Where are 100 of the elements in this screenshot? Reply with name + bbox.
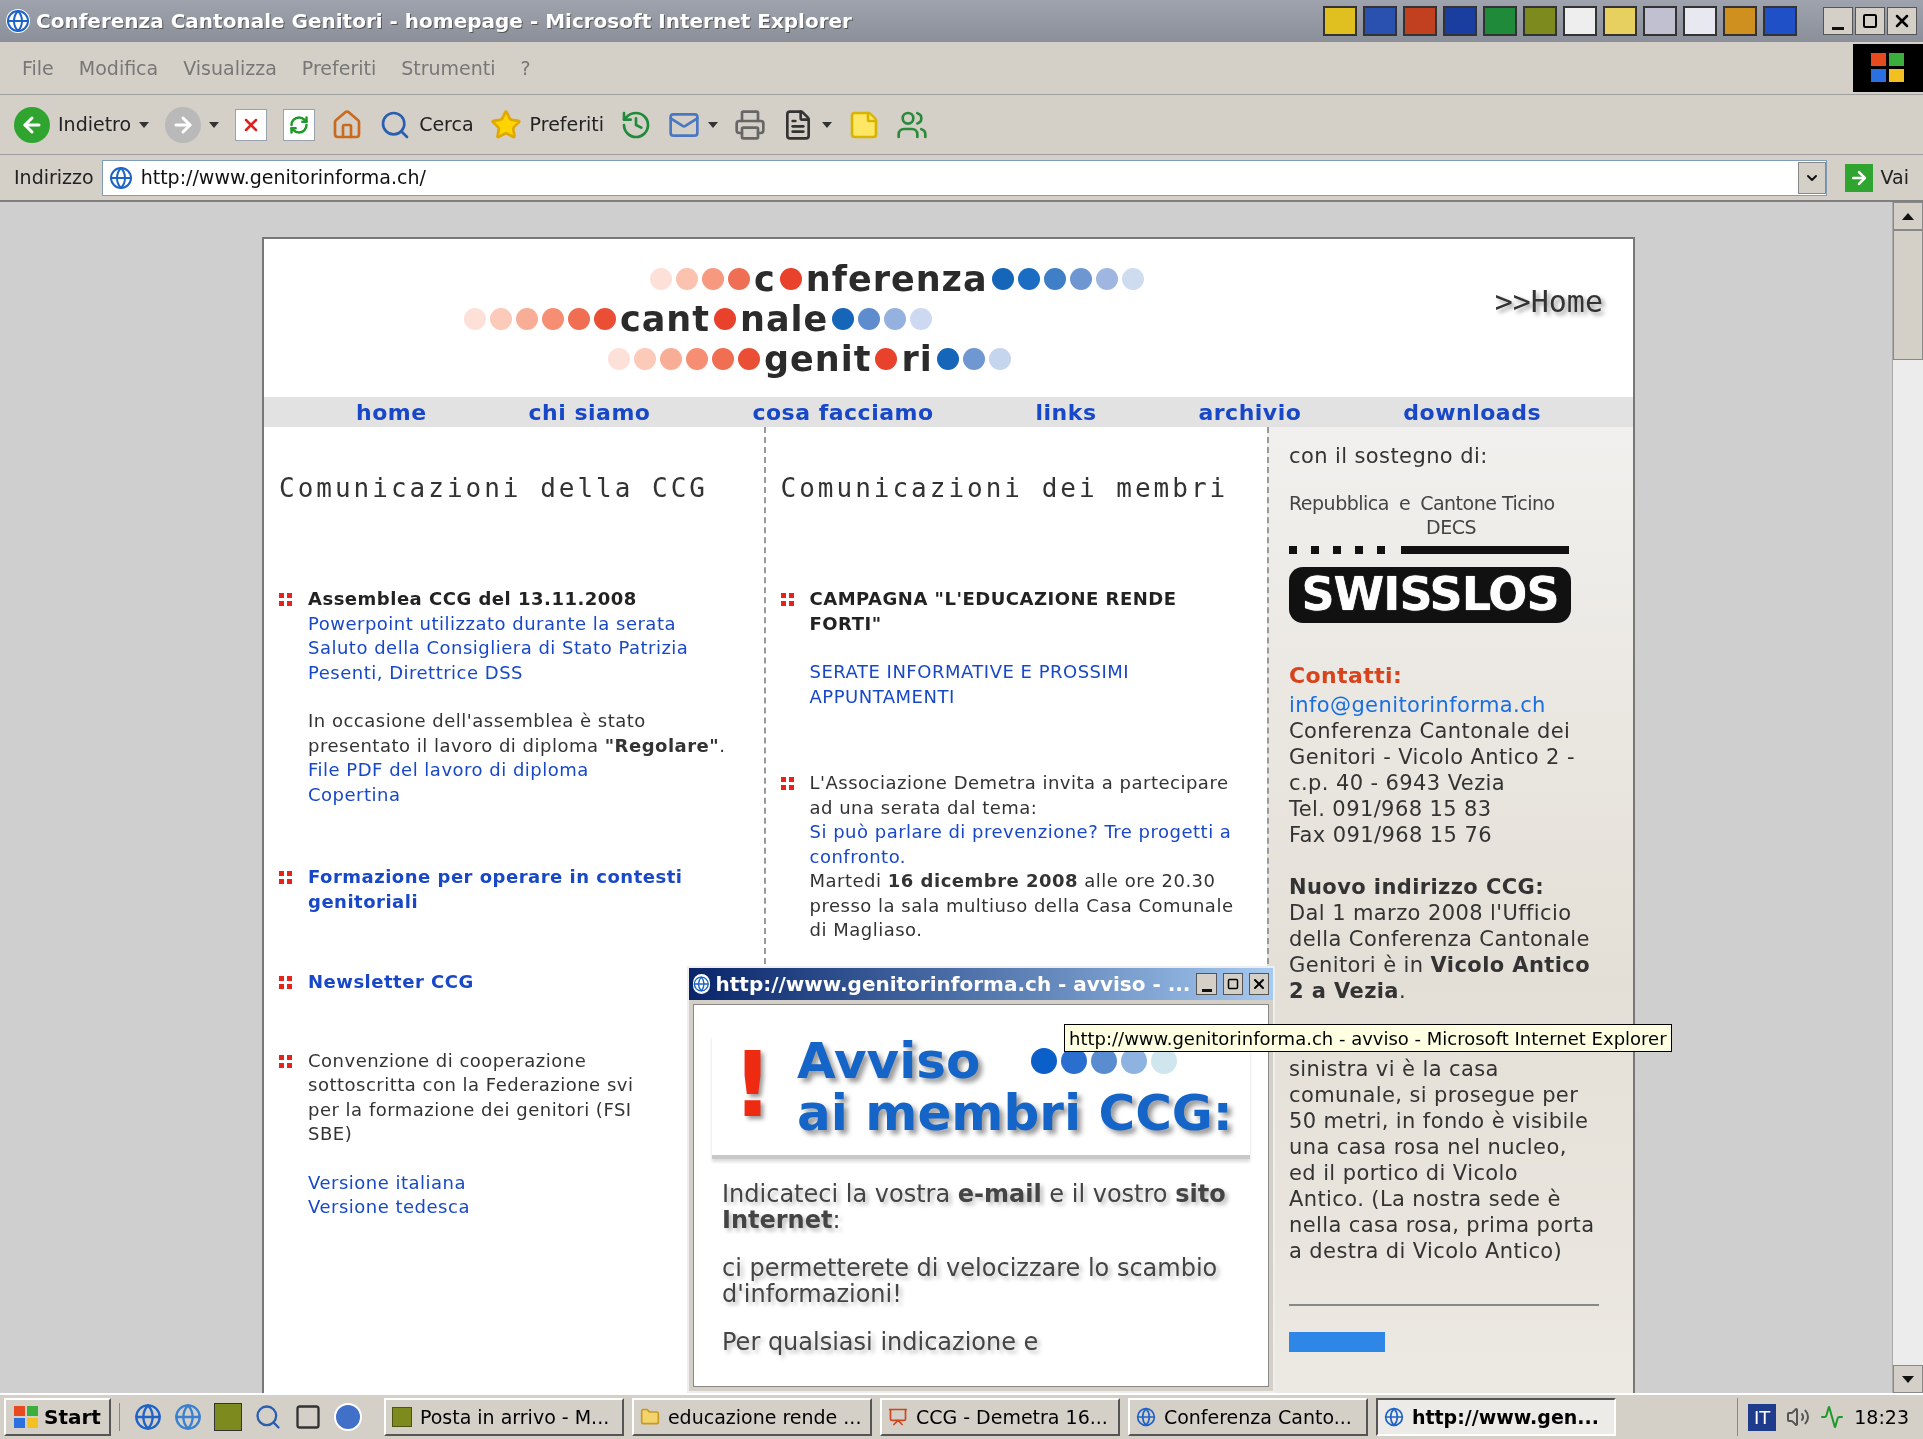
taskbar-button[interactable]: http://www.gen... (1375, 1398, 1616, 1436)
restore-icon (1862, 13, 1878, 29)
news-link[interactable]: Powerpoint utilizzato durante la serata (308, 611, 748, 636)
news-link[interactable]: Versione italiana (308, 1170, 658, 1195)
nav-link[interactable]: downloads (1403, 395, 1541, 429)
column-heading: Comunicazioni della CCG (279, 472, 710, 505)
slides-icon (887, 1407, 908, 1427)
sponsor-logo: Repubblica e Cantone Ticino DECS (1289, 490, 1556, 539)
taskbar-button[interactable]: Conferenza Canto... (1127, 1398, 1368, 1436)
news-link[interactable]: Copertina (308, 782, 748, 807)
news-link[interactable]: SERATE INFORMATIVE E PROSSIMI APPUNTAMENTI (809, 660, 1250, 709)
app-icon[interactable] (1603, 6, 1637, 36)
browser-icon (1135, 1407, 1156, 1427)
toolbar-button[interactable] (283, 108, 316, 141)
app-icon[interactable] (1323, 6, 1357, 36)
bullet-icon (279, 976, 292, 989)
caret-icon[interactable] (708, 121, 718, 128)
minimize-button[interactable] (1196, 973, 1217, 995)
restore-button[interactable] (1855, 7, 1885, 35)
support-label: con il sostegno di: (1289, 443, 1489, 470)
news-text: Martedi 16 dicembre 2008 alle ore 20.30 presso la sala multiuso della Casa Comunale di Magliaso. (809, 870, 1234, 940)
folder-icon (639, 1407, 660, 1427)
app-icon[interactable] (1723, 6, 1757, 36)
window-title: Conferenza Cantonale Genitori - homepage - Microsoft Internet Explorer (36, 8, 852, 35)
browser-icon (6, 9, 30, 33)
up-arrow-icon (1902, 212, 1914, 220)
media-icon[interactable] (333, 1403, 362, 1431)
contacts-heading: Contatti: (1289, 661, 1404, 690)
clock: 18:23 (1854, 1404, 1910, 1430)
caret-icon[interactable] (209, 121, 220, 128)
close-button[interactable] (1887, 7, 1917, 35)
window-icon[interactable] (293, 1403, 322, 1431)
taskbar-button[interactable]: CCG - Demetra 16... (879, 1398, 1120, 1436)
language-indicator[interactable]: IT (1747, 1403, 1777, 1431)
search-icon[interactable] (253, 1403, 282, 1431)
maximize-button[interactable] (1222, 973, 1243, 995)
home-link[interactable]: >>Home (1494, 259, 1633, 319)
go-button[interactable]: Vai (1844, 163, 1909, 192)
vertical-scrollbar[interactable] (1892, 202, 1923, 1393)
bullet-icon (780, 593, 794, 606)
start-button[interactable]: Start (4, 1398, 111, 1436)
toolbar-button[interactable] (235, 108, 268, 141)
address-text: Dal 1 marzo 2008 l'Ufficio della Conferenza Cantonale Genitori è in Vicolo Antico 2 a Vezia. (1289, 899, 1591, 1004)
nav-link[interactable]: chi siamo (528, 395, 651, 429)
bullet-icon (780, 777, 794, 790)
scroll-down-button[interactable] (1893, 1365, 1923, 1393)
forward-icon (165, 106, 202, 143)
nav-link[interactable]: links (1035, 395, 1097, 429)
nav-link[interactable]: home (356, 395, 427, 429)
nav-link[interactable]: cosa facciamo (752, 395, 934, 429)
news-link[interactable]: File PDF del lavoro di diploma (308, 758, 748, 783)
address-heading: Nuovo indirizzo CCG: (1289, 873, 1545, 900)
caret-icon[interactable] (822, 121, 832, 128)
popup-text: Indicateci la vostra e-mail e il vostro sito Internet: (722, 1181, 1227, 1233)
scroll-up-button[interactable] (1893, 202, 1923, 230)
bullet-icon (279, 1054, 292, 1068)
minimize-button[interactable] (1823, 7, 1853, 35)
lottery-logo: SWISSLOS (1289, 566, 1571, 623)
browser-icon[interactable] (133, 1403, 162, 1431)
minimize-icon (1832, 27, 1844, 30)
tooltip: http://www.genitorinforma.ch - avviso - Microsoft Internet Explorer (1064, 1024, 1672, 1052)
directions-text: sinistra vi è la casa comunale, si prosegue per 50 metri, in fondo è visibile una casa rosa nel nucleo, ed il portico di Vicolo Antico. (La nostra sede è nella casa rosa, prima porta a destra di Vicolo Antico) (1289, 1055, 1596, 1264)
contact-text: Fax 091/968 15 76 (1289, 821, 1493, 848)
app-icon[interactable] (1683, 6, 1717, 36)
app-icon[interactable] (213, 1403, 242, 1431)
popup-text: ci permetterete di velocizzare lo scambio d'informazioni! (722, 1255, 1219, 1307)
nav-link[interactable]: archivio (1198, 395, 1302, 429)
popup-title: http://www.genitorinforma.ch - avviso - ... (715, 971, 1191, 998)
speaker-icon[interactable] (1786, 1405, 1811, 1429)
taskbar-button[interactable]: Posta in arrivo - M... (383, 1398, 624, 1436)
popup-text: Per qualsiasi indicazione e (722, 1329, 1040, 1355)
email-link[interactable]: info@genitorinforma.ch (1289, 691, 1599, 718)
address-field[interactable]: http://www.genitorinforma.ch/ (101, 159, 1827, 196)
taskbar-button[interactable]: educazione rende ... (631, 1398, 872, 1436)
news-link[interactable]: Formazione per operare in contesti genitoriali (308, 865, 748, 914)
toolbar-button[interactable]: Preferiti (489, 108, 604, 141)
scroll-thumb[interactable] (1893, 230, 1923, 360)
star-icon (489, 108, 522, 141)
news-text: Convenzione di cooperazione sottoscritta con la Federazione svi per la formazione dei genitori (FSI SBE) (308, 1049, 634, 1144)
popup-heading: Avviso (797, 1035, 981, 1087)
news-link[interactable]: Si può parlare di prevenzione? Tre progetti a confronto. (809, 820, 1250, 869)
page-icon (108, 165, 133, 190)
news-link[interactable]: Versione tedesca (308, 1195, 658, 1220)
minimize-icon (1201, 989, 1212, 992)
news-text: In occasione dell'assemblea è stato presentato il lavoro di diploma "Regolare". (308, 710, 726, 756)
refresh-icon (283, 108, 316, 141)
caret-icon[interactable] (139, 121, 150, 128)
toolbar-button[interactable]: Cerca (379, 108, 474, 141)
news-link[interactable]: Saluto della Consigliera di Stato Patrizia Pesenti, Direttrice DSS (308, 636, 748, 685)
windows-logo (14, 1406, 38, 1428)
popup-heading: ai membri CCG: (797, 1087, 1233, 1139)
dropdown-button[interactable] (1797, 161, 1826, 194)
app-icon[interactable] (1563, 6, 1597, 36)
toolbar-button[interactable] (734, 108, 766, 141)
news-title: CAMPAGNA "L'EDUCAZIONE RENDE FORTI" (809, 587, 1178, 636)
close-button[interactable] (1248, 973, 1269, 995)
browser-icon[interactable] (173, 1403, 202, 1431)
toolbar-button[interactable]: Indietro (14, 106, 132, 143)
app-icon[interactable] (1643, 6, 1677, 36)
column-heading: Comunicazioni dei membri (780, 472, 1230, 505)
